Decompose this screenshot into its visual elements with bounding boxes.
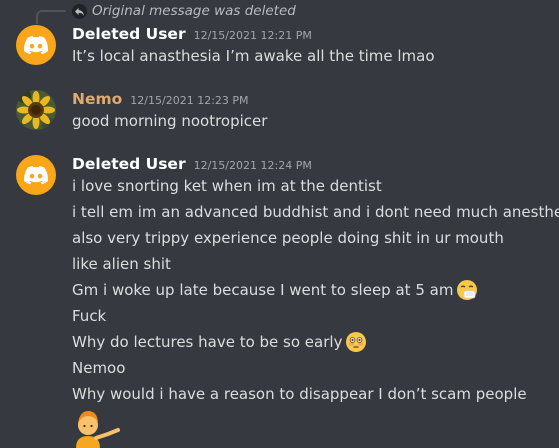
username[interactable]: Deleted User [72, 155, 186, 173]
message-text-line: Why do lectures have to be so early [72, 332, 367, 352]
timestamp[interactable]: 12/15/2021 12:24 PM [194, 159, 312, 172]
message-text: It’s local anasthesia I’m awake all the … [72, 47, 435, 65]
discord-logo-icon [24, 165, 48, 184]
person-tipping-hand-emoji [76, 411, 120, 448]
avatar[interactable] [16, 90, 56, 130]
message-text: Gm i woke up late because I went to slee… [72, 281, 454, 299]
avatar[interactable] [16, 25, 56, 65]
sunflower-avatar [16, 90, 56, 130]
username[interactable]: Deleted User [72, 25, 186, 43]
message-text: i love snorting ket when im at the denti… [72, 177, 382, 195]
chat-messages: Original message was deleted Deleted Use… [0, 0, 559, 448]
sneezing-face-emoji [457, 280, 478, 300]
username[interactable]: Nemo [72, 90, 122, 108]
message-header: Deleted User 12/15/2021 12:21 PM [72, 25, 312, 43]
message-text-line: Gm i woke up late because I went to slee… [72, 280, 478, 300]
message-header: Nemo 12/15/2021 12:23 PM [72, 90, 249, 108]
message-text: like alien shit [72, 255, 171, 273]
message-text: Why would i have a reason to disappear I… [72, 385, 527, 403]
avatar[interactable] [16, 155, 56, 195]
message-text: Nemoo [72, 359, 126, 377]
timestamp[interactable]: 12/15/2021 12:23 PM [130, 94, 248, 107]
reply-reference[interactable]: Original message was deleted [72, 2, 296, 20]
message-text: good morning nootropicer [72, 112, 268, 130]
message-text: also very trippy experience people doing… [72, 229, 504, 247]
message-text: i tell em im an advanced buddhist and i … [72, 203, 559, 221]
discord-logo-icon [24, 35, 48, 54]
timestamp[interactable]: 12/15/2021 12:21 PM [194, 29, 312, 42]
flushed-face-emoji [346, 332, 367, 352]
reply-text: Original message was deleted [92, 3, 296, 19]
message-text: Why do lectures have to be so early [72, 333, 343, 351]
reply-arrow-icon [72, 3, 87, 19]
message-text: Fuck [72, 307, 107, 325]
reply-connector [36, 10, 66, 24]
message-header: Deleted User 12/15/2021 12:24 PM [72, 155, 312, 173]
